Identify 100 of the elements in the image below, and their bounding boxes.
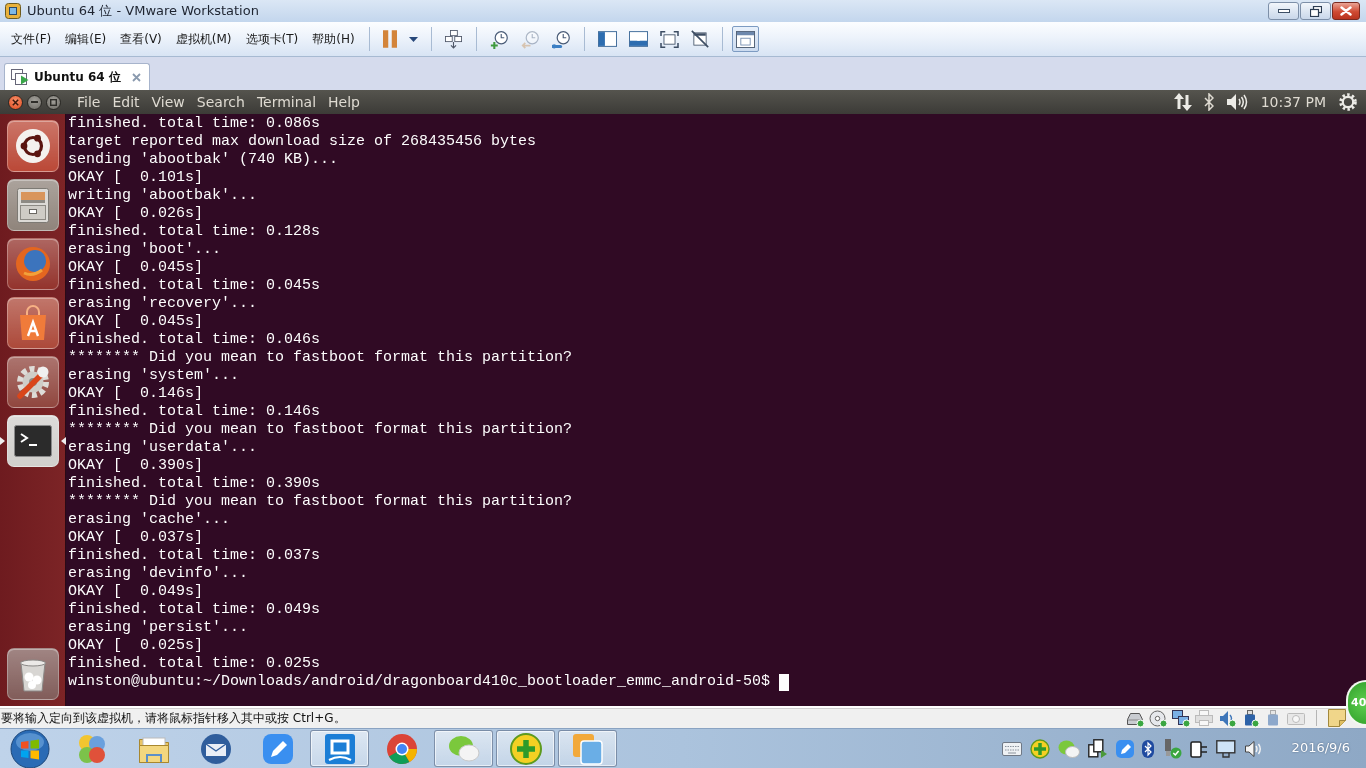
- terminal-prompt: winston@ubuntu:~/Downloads/android/dragonboard410c_bootloader_emmc_android-50$: [68, 673, 771, 691]
- maximize-icon: [50, 98, 57, 106]
- keys-arrow-icon: [445, 29, 463, 49]
- terminal-line: erasing 'system'...: [68, 367, 241, 385]
- terminal-line: erasing 'cache'...: [68, 511, 232, 529]
- terminal-line: OKAY [ 0.101s]: [68, 169, 205, 187]
- terminal-line: OKAY [ 0.146s]: [68, 385, 205, 403]
- terminal-line: erasing 'boot'...: [68, 241, 223, 259]
- terminal-line: OKAY [ 0.045s]: [68, 313, 205, 331]
- terminal-line: finished. total time: 0.146s: [68, 403, 322, 421]
- terminal-line: OKAY [ 0.037s]: [68, 529, 205, 547]
- close-icon: [1340, 6, 1352, 16]
- terminal-line: writing 'abootbak'...: [68, 187, 259, 205]
- terminal-line: OKAY [ 0.045s]: [68, 259, 205, 277]
- keyboard-icon[interactable]: [1001, 741, 1022, 756]
- terminal-line: ******** Did you mean to fastboot format this partition?: [68, 493, 574, 511]
- taskbar-button[interactable]: [310, 730, 369, 767]
- terminal-line: erasing 'userdata'...: [68, 439, 259, 457]
- clock[interactable]: 10:37 PM: [1260, 91, 1326, 113]
- volume-icon[interactable]: [1243, 739, 1262, 758]
- network-monitor-icon[interactable]: [1215, 739, 1236, 758]
- vm-play-icon: [11, 69, 29, 85]
- menu-item[interactable]: 查看(V): [113, 28, 169, 50]
- copy-arrow-icon[interactable]: [1087, 738, 1108, 759]
- app-logo-icon: [5, 3, 21, 19]
- terminal-line: OKAY [ 0.026s]: [68, 205, 205, 223]
- pencil-icon[interactable]: [1115, 739, 1134, 758]
- restore-icon: [1309, 5, 1322, 17]
- network-arrows-icon[interactable]: [1173, 93, 1192, 111]
- minimize-icon: [1277, 9, 1290, 13]
- maximize-button[interactable]: [46, 94, 61, 110]
- menu-item[interactable]: Help: [322, 90, 366, 114]
- pause-icon: [382, 30, 397, 48]
- clock-plus-icon: [489, 29, 509, 49]
- taskbar-button[interactable]: [434, 730, 493, 767]
- bluetooth-icon[interactable]: [1141, 739, 1154, 758]
- terminal-line: ******** Did you mean to fastboot format this partition?: [68, 421, 574, 439]
- square-tile-icon: [322, 731, 357, 766]
- terminal-line: finished. total time: 0.128s: [68, 223, 322, 241]
- taskbar-button[interactable]: [558, 730, 617, 767]
- menu-item[interactable]: File: [71, 90, 107, 114]
- terminal-line: sending 'abootbak' (740 KB)...: [68, 151, 340, 169]
- menu-item[interactable]: 帮助(H): [305, 28, 362, 50]
- clock-wrench-icon: [551, 29, 571, 49]
- gear-icon[interactable]: [1339, 93, 1357, 111]
- terminal-line: erasing 'recovery'...: [68, 295, 259, 313]
- minimize-button[interactable]: [1268, 2, 1299, 20]
- close-icon: [12, 98, 19, 106]
- menu-item[interactable]: 虚拟机(M): [168, 28, 239, 50]
- menu-item[interactable]: Terminal: [250, 90, 323, 114]
- network-computers-icon[interactable]: [1172, 709, 1190, 727]
- terminal-line: OKAY [ 0.025s]: [68, 637, 205, 655]
- pencil-icon: [260, 731, 295, 766]
- disc-icon[interactable]: [1149, 709, 1167, 727]
- terminal-line: erasing 'devinfo'...: [68, 565, 250, 583]
- console-window-icon: [735, 30, 755, 48]
- menu-item[interactable]: 文件(F): [4, 28, 59, 50]
- close-icon: [131, 72, 141, 82]
- terminal-line: OKAY [ 0.390s]: [68, 457, 205, 475]
- start-orb-icon: [10, 728, 50, 768]
- fullscreen-icon: [659, 30, 679, 48]
- bluetooth-icon[interactable]: [1203, 93, 1214, 111]
- minimize-button[interactable]: [27, 94, 42, 110]
- speaker-icon[interactable]: [1218, 709, 1236, 727]
- status-message: 要将输入定向到该虚拟机，请将鼠标指针移入其中或按 Ctrl+G。: [1, 710, 346, 727]
- terminal-line: finished. total time: 0.390s: [68, 475, 322, 493]
- sidebar-panel-icon: [597, 31, 617, 47]
- menu-item[interactable]: Search: [190, 90, 251, 114]
- crossed-window-icon: [690, 30, 709, 48]
- menu-item[interactable]: Edit: [106, 90, 146, 114]
- terminal-line: ******** Did you mean to fastboot format this partition?: [68, 349, 574, 367]
- terminal-line: finished. total time: 0.046s: [68, 331, 322, 349]
- mail-globe-icon: [198, 731, 233, 766]
- plus-ball-icon: [508, 731, 543, 766]
- minimize-icon: [31, 101, 38, 103]
- close-button[interactable]: [1332, 2, 1360, 20]
- window-title: Ubuntu 64 位 - VMware Workstation: [27, 2, 259, 21]
- menu-item[interactable]: 选项卡(T): [238, 28, 306, 50]
- sticky-note-icon[interactable]: [1328, 709, 1346, 727]
- console-view-button[interactable]: [731, 26, 759, 52]
- tab[interactable]: Ubuntu 64 位: [4, 63, 150, 90]
- terminal-line: erasing 'persist'...: [68, 619, 250, 637]
- terminal-line: OKAY [ 0.049s]: [68, 583, 205, 601]
- terminal-line: finished. total time: 0.045s: [68, 277, 322, 295]
- restore-button[interactable]: [1300, 2, 1331, 20]
- clock-arrow-icon: [520, 29, 540, 49]
- segmented-ball-icon: [384, 731, 419, 766]
- running-indicator-icon: [0, 437, 5, 445]
- menu-item[interactable]: 编辑(E): [58, 28, 114, 50]
- close-button[interactable]: [8, 94, 23, 110]
- bottom-panel-icon: [628, 31, 648, 47]
- plug-icon[interactable]: [1189, 738, 1208, 759]
- terminal-line: target reported max download size of 268435456 bytes: [68, 133, 538, 151]
- terminal-line: finished. total time: 0.086s: [68, 115, 322, 133]
- volume-icon[interactable]: [1225, 93, 1248, 111]
- taskbar-button[interactable]: [496, 730, 555, 767]
- terminal-line: finished. total time: 0.025s: [68, 655, 322, 673]
- launcher-item[interactable]: [0, 415, 65, 467]
- menu-item[interactable]: View: [145, 90, 191, 114]
- terminal-line: finished. total time: 0.049s: [68, 601, 322, 619]
